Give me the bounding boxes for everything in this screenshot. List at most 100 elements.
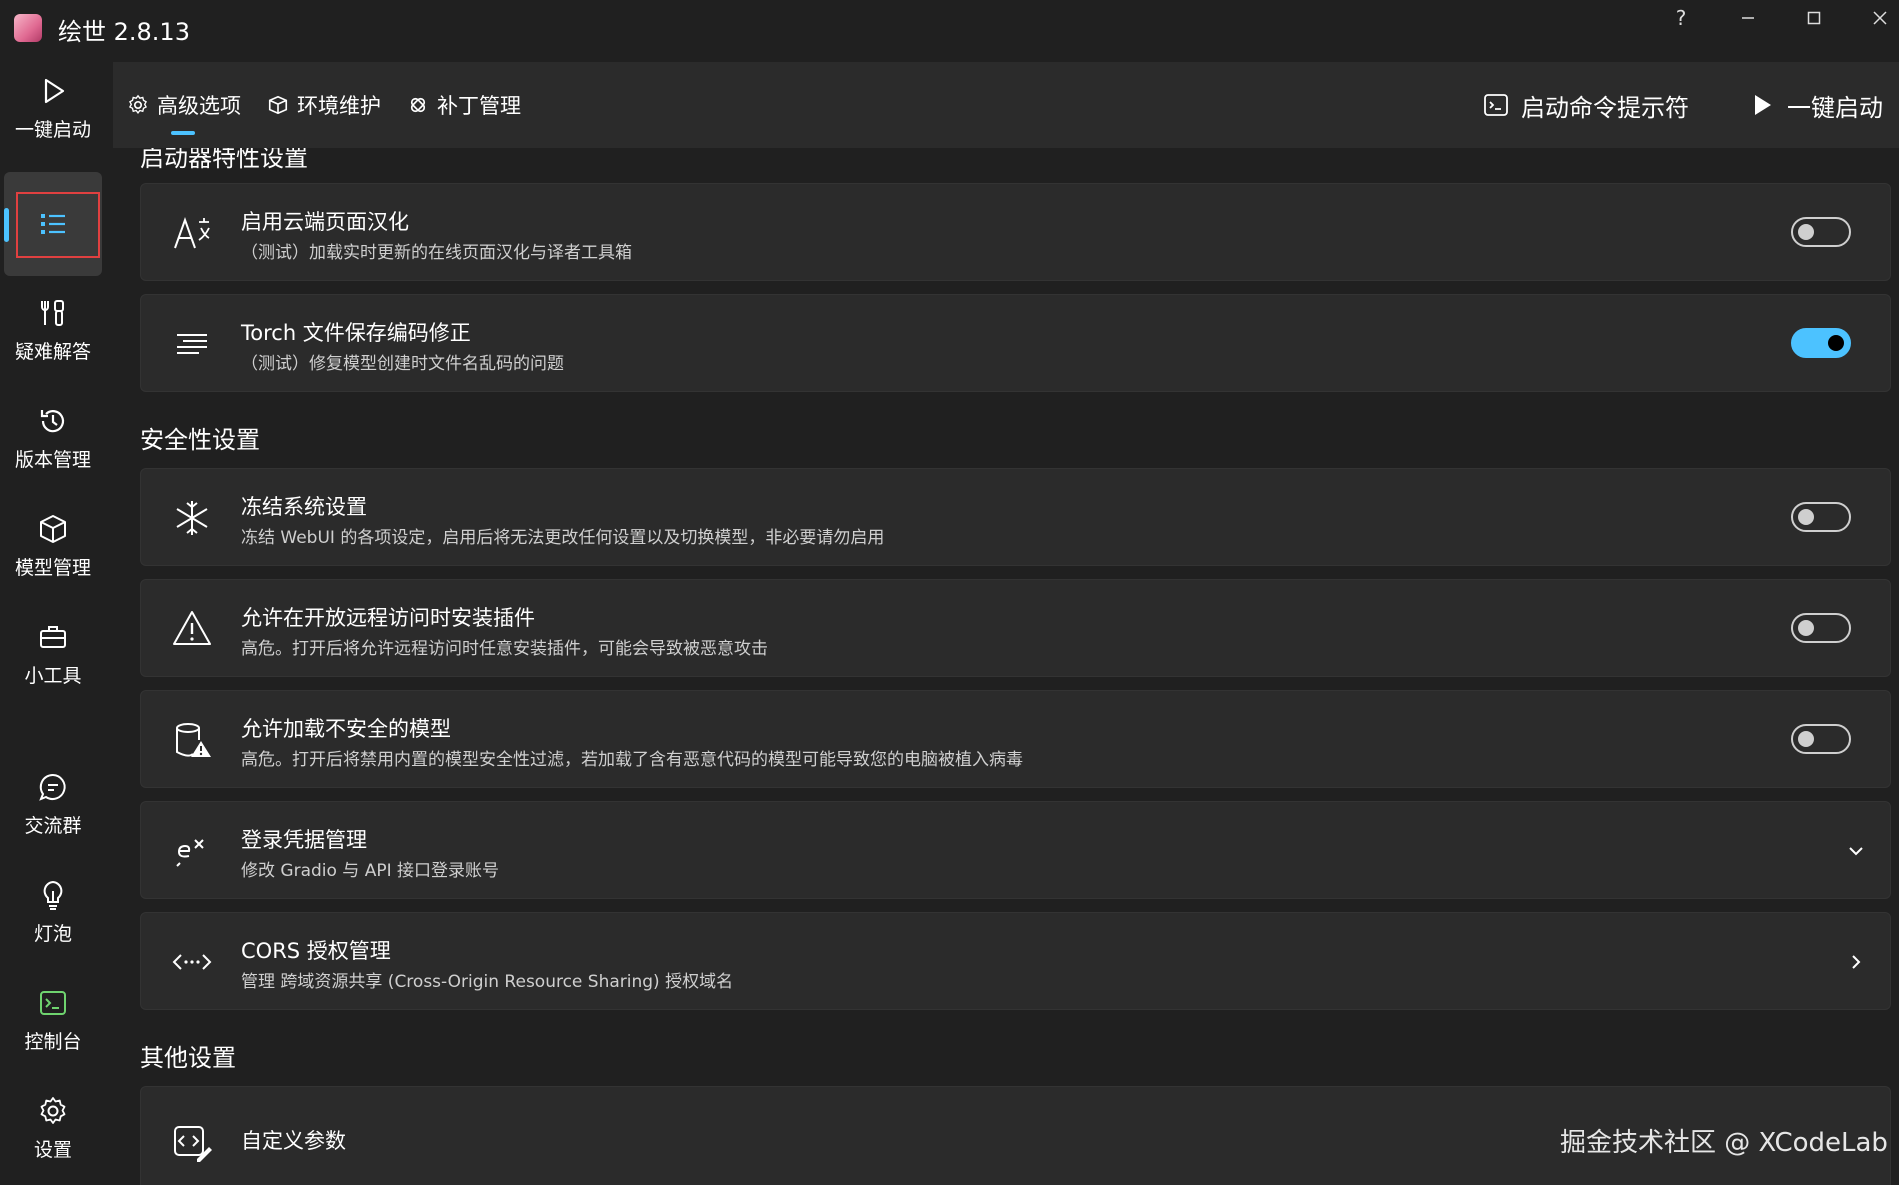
- setting-description: （测试）加载实时更新的在线页面汉化与译者工具箱: [241, 243, 632, 263]
- setting-cloud-localization: 启用云端页面汉化 （测试）加载实时更新的在线页面汉化与译者工具箱: [140, 183, 1891, 281]
- top-nav: 高级选项 环境维护 补丁管理 启动命令提示符 一键启动: [113, 62, 1899, 148]
- setting-description: 管理 跨域资源共享 (Cross-Origin Resource Sharing…: [241, 972, 734, 992]
- highlight-box: [16, 192, 100, 258]
- section-title-other: 其他设置: [140, 1044, 236, 1072]
- active-tab-indicator: [171, 131, 195, 135]
- sidebar-item-tools[interactable]: 小工具: [4, 602, 102, 706]
- setting-description: 高危。打开后将禁用内置的模型安全性过滤，若加载了含有恶意代码的模型可能导致您的电…: [241, 750, 1023, 770]
- sidebar-item-console[interactable]: 控制台: [4, 968, 102, 1072]
- sidebar-item-versions[interactable]: 版本管理: [4, 386, 102, 490]
- chevron-right-icon[interactable]: [1841, 947, 1871, 977]
- bulb-icon: [43, 880, 63, 910]
- setting-description: 高危。打开后将允许远程访问时任意安装插件，可能会导致被恶意攻击: [241, 639, 768, 659]
- snowflake-icon: [171, 497, 213, 539]
- help-button[interactable]: ?: [1653, 0, 1709, 36]
- setting-torch-encoding: Torch 文件保存编码修正 （测试）修复模型创建时文件名乱码的问题: [140, 294, 1891, 392]
- open-console-button[interactable]: 启动命令提示符: [1483, 62, 1689, 148]
- launch-label: 一键启动: [1787, 93, 1883, 122]
- tab-patches[interactable]: 补丁管理: [407, 62, 521, 148]
- terminal-icon: [1484, 94, 1508, 116]
- selection-indicator: [4, 208, 9, 242]
- setting-title: 启用云端页面汉化: [241, 210, 409, 234]
- sidebar-item-advanced[interactable]: [4, 172, 102, 276]
- close-icon: [1873, 11, 1887, 25]
- setting-title: CORS 授权管理: [241, 939, 391, 963]
- database-warning-icon: [171, 719, 213, 761]
- torch-encoding-toggle[interactable]: [1791, 328, 1851, 358]
- setting-description: 修改 Gradio 与 API 接口登录账号: [241, 861, 500, 881]
- tab-label: 环境维护: [297, 94, 381, 118]
- patch-icon: [410, 97, 426, 113]
- chevron-down-icon[interactable]: [1841, 836, 1871, 866]
- sidebar-item-troubleshoot[interactable]: 疑难解答: [4, 278, 102, 382]
- minimize-button[interactable]: [1720, 0, 1776, 36]
- tab-environment[interactable]: 环境维护: [267, 62, 381, 148]
- setting-description: 冻结 WebUI 的各项设定，启用后将无法更改任何设置以及切换模型，非必要请勿启…: [241, 528, 885, 548]
- launch-button[interactable]: 一键启动: [1749, 62, 1883, 148]
- credential-icon: [171, 830, 213, 872]
- tab-advanced[interactable]: 高级选项: [127, 62, 241, 148]
- setting-title: 登录凭据管理: [241, 828, 367, 852]
- code-arrows-icon: [171, 941, 213, 983]
- tools-icon: [41, 299, 64, 326]
- setting-title: 自定义参数: [241, 1129, 346, 1153]
- sidebar-item-label: 版本管理: [14, 448, 91, 471]
- sidebar-item-community[interactable]: 交流群: [4, 752, 102, 856]
- tab-label: 补丁管理: [437, 94, 521, 118]
- maximize-button[interactable]: [1786, 0, 1842, 36]
- open-console-label: 启动命令提示符: [1521, 93, 1689, 122]
- close-button[interactable]: [1852, 0, 1899, 36]
- sidebar-item-label: 控制台: [24, 1030, 82, 1053]
- app-title: 绘世 2.8.13: [58, 18, 190, 46]
- history-icon: [40, 409, 65, 432]
- sidebar-item-label: 一键启动: [14, 118, 91, 141]
- section-title-launcher: 启动器特性设置: [140, 148, 308, 172]
- setting-title: 允许加载不安全的模型: [241, 717, 451, 741]
- chat-icon: [39, 773, 66, 801]
- gear-icon: [129, 94, 147, 115]
- play-icon: [44, 78, 65, 103]
- setting-title: 冻结系统设置: [241, 495, 367, 519]
- minimize-icon: [1742, 17, 1754, 19]
- app-logo-icon: [14, 14, 42, 42]
- sidebar-item-label: 交流群: [24, 814, 82, 837]
- toolbox-icon: [40, 625, 66, 648]
- unsafe-models-toggle[interactable]: [1791, 724, 1851, 754]
- setting-remote-extensions: 允许在开放远程访问时安装插件 高危。打开后将允许远程访问时任意安装插件，可能会导…: [140, 579, 1891, 677]
- setting-unsafe-models: 允许加载不安全的模型 高危。打开后将禁用内置的模型安全性过滤，若加载了含有恶意代…: [140, 690, 1891, 788]
- sidebar-item-label: 疑难解答: [14, 340, 91, 363]
- code-edit-icon: [171, 1121, 213, 1163]
- gear-icon: [40, 1096, 66, 1124]
- setting-description: （测试）修复模型创建时文件名乱码的问题: [241, 354, 564, 374]
- sidebar: 一键启动 疑难解答 版本管理 模型管理 小工具 交流群 灯泡 控制台 设置: [0, 56, 105, 1185]
- setting-title: Torch 文件保存编码修正: [241, 321, 471, 345]
- maximize-icon: [1807, 11, 1821, 25]
- cloud-localization-toggle[interactable]: [1791, 217, 1851, 247]
- setting-freeze-settings: 冻结系统设置 冻结 WebUI 的各项设定，启用后将无法更改任何设置以及切换模型…: [140, 468, 1891, 566]
- sidebar-item-bulb[interactable]: 灯泡: [4, 860, 102, 964]
- sidebar-item-models[interactable]: 模型管理: [4, 494, 102, 598]
- setting-title: 允许在开放远程访问时安装插件: [241, 606, 535, 630]
- setting-credentials[interactable]: 登录凭据管理 修改 Gradio 与 API 接口登录账号: [140, 801, 1891, 899]
- title-bar: 绘世 2.8.13 ?: [0, 0, 1899, 56]
- warning-icon: [171, 608, 213, 650]
- console-icon: [40, 990, 66, 1015]
- play-icon: [1755, 95, 1771, 115]
- sidebar-item-launch[interactable]: 一键启动: [4, 56, 102, 160]
- sidebar-item-label: 灯泡: [33, 922, 72, 945]
- text-lines-icon: [171, 323, 213, 365]
- setting-cors[interactable]: CORS 授权管理 管理 跨域资源共享 (Cross-Origin Resour…: [140, 912, 1891, 1010]
- sidebar-item-settings[interactable]: 设置: [4, 1076, 102, 1180]
- watermark: 掘金技术社区 @ XCodeLab: [1560, 1128, 1888, 1158]
- freeze-settings-toggle[interactable]: [1791, 502, 1851, 532]
- remote-extensions-toggle[interactable]: [1791, 613, 1851, 643]
- sidebar-item-label: 模型管理: [14, 556, 91, 579]
- box-icon: [268, 95, 288, 115]
- translate-icon: [171, 212, 213, 254]
- settings-content: 启动器特性设置 启用云端页面汉化 （测试）加载实时更新的在线页面汉化与译者工具箱…: [105, 148, 1899, 1185]
- sidebar-item-label: 小工具: [24, 664, 82, 687]
- sidebar-item-label: 设置: [33, 1138, 72, 1161]
- tab-label: 高级选项: [157, 94, 241, 118]
- section-title-security: 安全性设置: [140, 426, 260, 454]
- cube-icon: [40, 514, 66, 543]
